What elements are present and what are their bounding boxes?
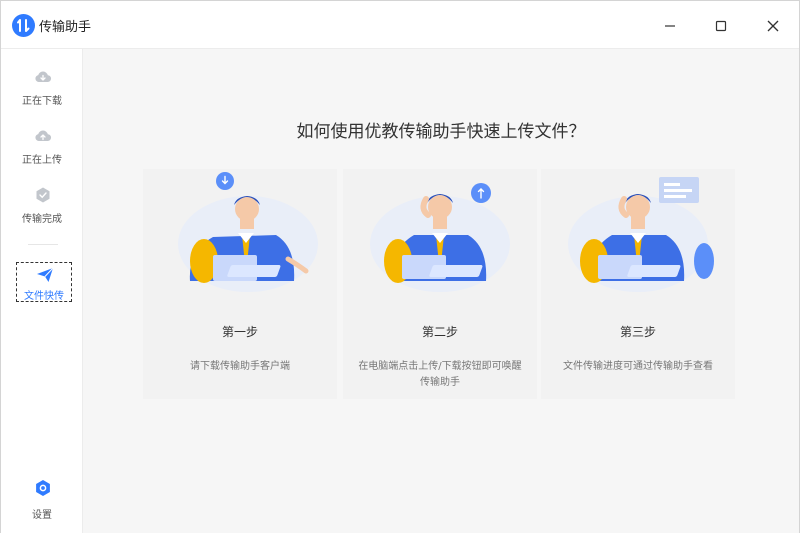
- sidebar-item-settings[interactable]: 设置: [1, 479, 83, 525]
- cloud-download-icon: [34, 68, 52, 86]
- step-card: 第二步 在电脑端点击上传/下载按钮即可唤醒传输助手: [343, 169, 537, 399]
- step-card: 第三步 文件传输进度可通过传输助手查看: [541, 169, 735, 399]
- paper-plane-icon: [36, 267, 54, 283]
- close-icon: [767, 20, 779, 32]
- app-window: 传输助手 正在下载 正在上传 传输完成 文件快传 设置 如何使用优教传输助手快速…: [0, 0, 800, 533]
- gear-icon: [34, 479, 52, 497]
- sidebar-item-file-transfer[interactable]: 文件快传: [16, 262, 72, 302]
- sidebar-item-completed[interactable]: 传输完成: [1, 186, 83, 232]
- minimize-button[interactable]: [657, 13, 683, 39]
- progress-panel-icon: [659, 177, 699, 203]
- check-shield-icon: [34, 186, 52, 204]
- step-illustration: [358, 169, 523, 299]
- close-button[interactable]: [760, 13, 786, 39]
- step-illustration: [556, 169, 721, 299]
- step-card: 第一步 请下载传输助手客户端: [143, 169, 337, 399]
- minimize-icon: [665, 25, 675, 27]
- step-title: 第一步: [221, 325, 258, 339]
- step-description: 在电脑端点击上传/下载按钮即可唤醒传输助手: [358, 361, 522, 388]
- step-title: 第三步: [619, 325, 656, 339]
- sidebar-item-label: 正在下载: [22, 96, 62, 107]
- step-title: 第二步: [421, 325, 458, 339]
- maximize-icon: [715, 20, 727, 32]
- main-content: 如何使用优教传输助手快速上传文件？ 第一步 请下载传输助手客户端 第二步 在电脑…: [83, 49, 799, 533]
- sidebar-item-downloading[interactable]: 正在下载: [1, 68, 83, 114]
- sidebar-item-label: 传输完成: [22, 214, 62, 225]
- cloud-upload-icon: [34, 127, 52, 145]
- sidebar-item-label: 设置: [32, 510, 52, 521]
- sidebar-item-label: 正在上传: [22, 155, 62, 166]
- download-badge-icon: [216, 172, 234, 190]
- step-illustration: [158, 169, 323, 299]
- maximize-button[interactable]: [708, 13, 734, 39]
- sidebar-item-uploading[interactable]: 正在上传: [1, 127, 83, 173]
- sidebar: 正在下载 正在上传 传输完成 文件快传 设置: [1, 49, 83, 533]
- sidebar-item-label: 文件快传: [24, 291, 64, 302]
- upload-badge-icon: [471, 183, 491, 203]
- app-title: 传输助手: [39, 20, 92, 35]
- step-description: 请下载传输助手客户端: [190, 361, 290, 372]
- app-logo-icon: [12, 14, 35, 37]
- sidebar-divider: [28, 244, 58, 245]
- page-title: 如何使用优教传输助手快速上传文件？: [296, 122, 586, 142]
- title-bar[interactable]: 传输助手: [1, 1, 799, 49]
- step-description: 文件传输进度可通过传输助手查看: [563, 361, 713, 372]
